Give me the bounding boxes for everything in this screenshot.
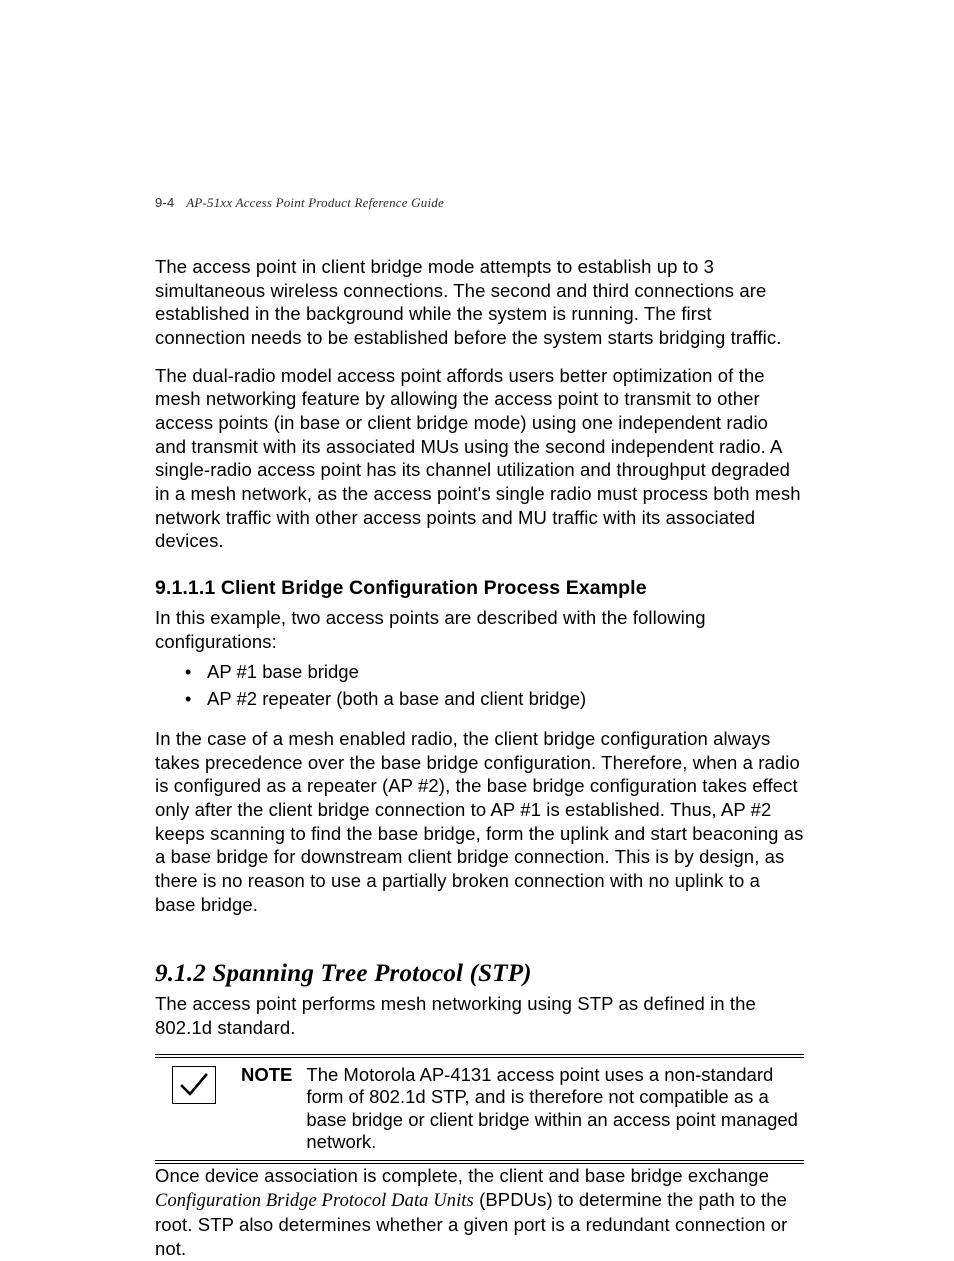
paragraph: The access point performs mesh networkin… [155, 992, 804, 1039]
bullet-list: AP #1 base bridge AP #2 repeater (both a… [155, 659, 804, 713]
checkmark-icon [172, 1066, 216, 1104]
content-area: The access point in client bridge mode a… [155, 255, 804, 1261]
heading-9-1-1-1: 9.1.1.1 Client Bridge Configuration Proc… [155, 577, 804, 600]
paragraph: Once device association is complete, the… [155, 1164, 804, 1261]
note-callout: NOTE The Motorola AP-4131 access point u… [155, 1054, 804, 1164]
paragraph: The dual-radio model access point afford… [155, 364, 804, 553]
paragraph: In this example, two access points are d… [155, 606, 804, 653]
page: 9-4 AP-51xx Access Point Product Referen… [0, 0, 954, 1235]
paragraph: The access point in client bridge mode a… [155, 255, 804, 350]
page-number: 9-4 [155, 195, 174, 210]
note-text: NOTE The Motorola AP-4131 access point u… [225, 1064, 804, 1154]
list-item: AP #2 repeater (both a base and client b… [207, 686, 804, 713]
note-label: NOTE [241, 1064, 306, 1154]
note-icon-wrap [155, 1064, 225, 1104]
note-body: The Motorola AP-4131 access point uses a… [306, 1064, 804, 1154]
italic-term: Configuration Bridge Protocol Data Units [155, 1191, 474, 1211]
list-item: AP #1 base bridge [207, 659, 804, 686]
heading-9-1-2: 9.1.2 Spanning Tree Protocol (STP) [155, 960, 804, 988]
doc-title: AP-51xx Access Point Product Reference G… [186, 195, 444, 210]
running-header: 9-4 AP-51xx Access Point Product Referen… [155, 195, 444, 211]
text-run: Once device association is complete, the… [155, 1165, 769, 1186]
paragraph: In the case of a mesh enabled radio, the… [155, 727, 804, 916]
